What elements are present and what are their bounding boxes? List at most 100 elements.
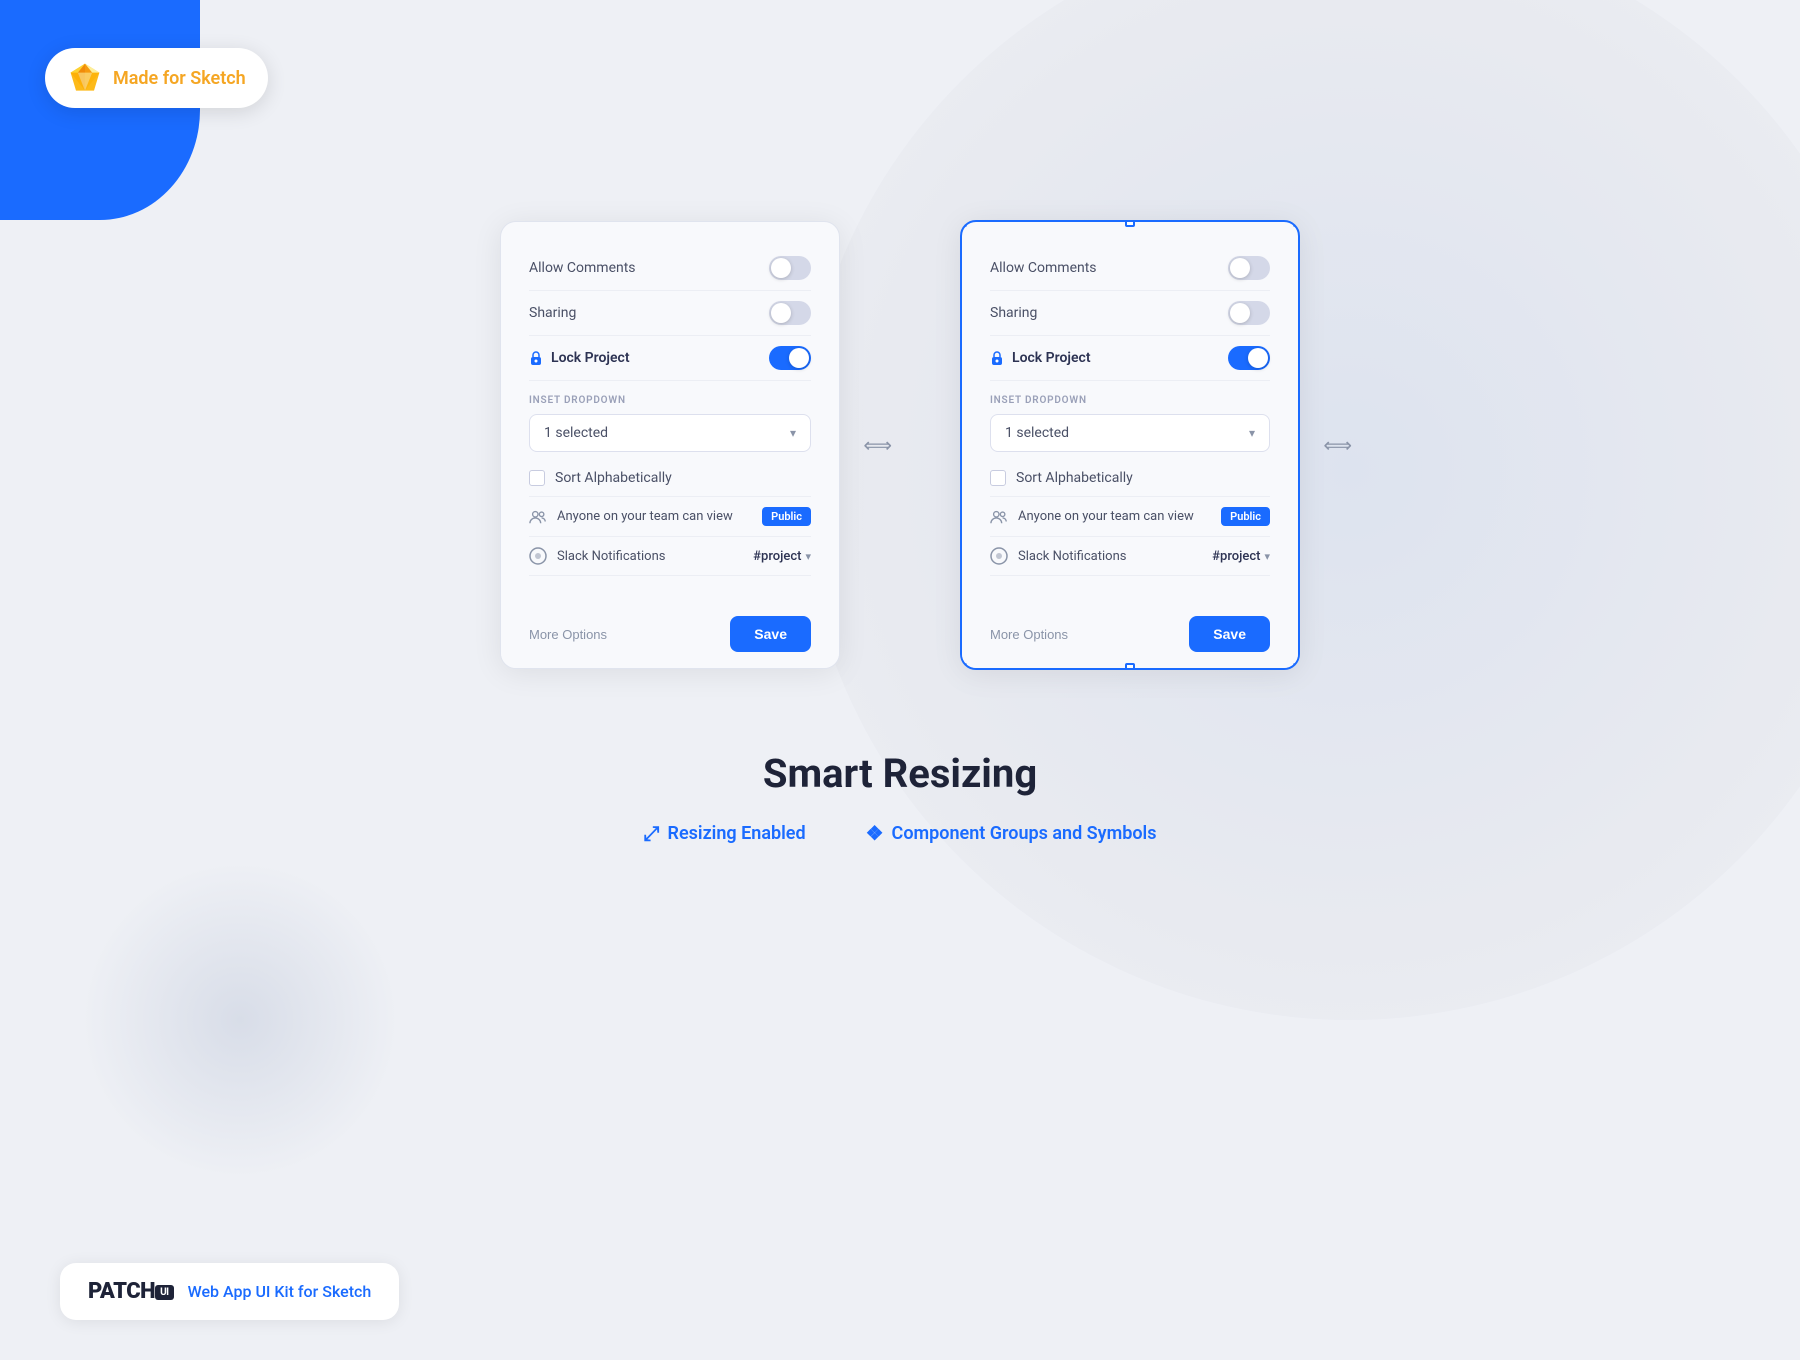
card1-slack-left: Slack Notifications [529,547,665,565]
card1-footer: More Options Save [501,600,839,668]
card1-slack-value[interactable]: #project ▾ [753,549,811,564]
card2-slack-row: Slack Notifications #project ▾ [990,537,1270,576]
selection-handle-br[interactable] [1293,663,1300,670]
card2-lock-icon [990,350,1004,366]
card1-allow-comments-row: Allow Comments [529,246,811,291]
resizing-label: Resizing Enabled [668,823,806,844]
resizing-icon: ⤢ [644,821,660,845]
sketch-logo-icon [67,60,103,96]
card2-slack-label: Slack Notifications [1018,549,1126,564]
feature-badges: ⤢ Resizing Enabled ❖ Component Groups an… [644,821,1157,845]
card1-sharing-label: Sharing [529,305,576,321]
selection-handle-mt[interactable] [1125,220,1135,227]
card2-lock-toggle[interactable] [1228,346,1270,370]
card2-wrapper: Allow Comments Sharing [960,220,1300,670]
card2-anyone-row: Anyone on your team can view Public [990,497,1270,537]
card2-sort-row: Sort Alphabetically [990,460,1270,497]
card2-allow-comments-row: Allow Comments [990,246,1270,291]
card1-team-icon [529,508,547,526]
card2-sharing-knob [1230,303,1250,323]
card2-lock-label: Lock Project [990,350,1091,366]
card1-sharing-toggle[interactable] [769,301,811,325]
card2-dropdown-section: INSET DROPDOWN 1 selected ▾ [990,381,1270,460]
card2-slack-left: Slack Notifications [990,547,1126,565]
card1-section-label: INSET DROPDOWN [529,395,811,406]
card1-lock-label: Lock Project [529,350,630,366]
card2-slack-chevron-icon: ▾ [1264,550,1270,563]
resize-arrows-icon-2: ⟺ [1323,433,1352,457]
card2-footer: More Options Save [962,600,1298,668]
card2-anyone-text: Anyone on your team can view [1018,509,1194,524]
card1-wrapper: Allow Comments Sharing [500,221,840,669]
card2-sort-checkbox[interactable] [990,470,1006,486]
card2-section-label: INSET DROPDOWN [990,395,1270,406]
card1-dropdown[interactable]: 1 selected ▾ [529,414,811,452]
card2-dropdown-value: 1 selected [1005,425,1069,441]
card1-slack-chevron-icon: ▾ [805,550,811,563]
symbols-label: Component Groups and Symbols [892,823,1157,844]
card1-anyone-text: Anyone on your team can view [557,509,733,524]
card2-allow-comments-toggle[interactable] [1228,256,1270,280]
card1-sort-row: Sort Alphabetically [529,460,811,497]
card1-save-button[interactable]: Save [730,616,811,652]
card2-dropdown[interactable]: 1 selected ▾ [990,414,1270,452]
card2-lock-knob [1248,348,1268,368]
card2-sort-label: Sort Alphabetically [1016,470,1133,486]
card2-slack-value[interactable]: #project ▾ [1212,549,1270,564]
card2-inner: Allow Comments Sharing [962,222,1298,600]
card2-public-badge: Public [1221,507,1270,526]
card1-slack-row: Slack Notifications #project ▾ [529,537,811,576]
card2-sharing-row: Sharing [990,291,1270,336]
card1-lock-knob [789,348,809,368]
card2-team-icon [990,508,1008,526]
card2-sharing-label: Sharing [990,305,1037,321]
card1-allow-comments-label: Allow Comments [529,260,636,276]
card2-sharing-toggle[interactable] [1228,301,1270,325]
feature-badge-symbols: ❖ Component Groups and Symbols [866,821,1157,845]
card2-allow-comments-knob [1230,258,1250,278]
selection-handle-bl[interactable] [960,663,967,670]
card1-inner: Allow Comments Sharing [501,222,839,600]
card1-slack-label: Slack Notifications [557,549,665,564]
card1-allow-comments-knob [771,258,791,278]
card1-lock-toggle[interactable] [769,346,811,370]
smart-resizing-title: Smart Resizing [644,750,1157,797]
card2-allow-comments-label: Allow Comments [990,260,1097,276]
selection-handle-mb[interactable] [1125,663,1135,670]
card1-public-badge: Public [762,507,811,526]
card1-sharing-knob [771,303,791,323]
card1-dropdown-section: INSET DROPDOWN 1 selected ▾ [529,381,811,460]
card1-sort-label: Sort Alphabetically [555,470,672,486]
card1-sharing-row: Sharing [529,291,811,336]
selection-handle-tr[interactable] [1293,220,1300,227]
card2-dropdown-chevron-icon: ▾ [1249,426,1255,440]
symbols-icon: ❖ [866,821,884,845]
card2-more-options-button[interactable]: More Options [990,627,1068,642]
made-for-sketch-label: Made for Sketch [113,68,246,89]
made-for-sketch-badge: Made for Sketch [45,48,268,108]
card1-lock-row: Lock Project [529,336,811,381]
card2-anyone-left: Anyone on your team can view [990,508,1194,526]
bottom-section: Smart Resizing ⤢ Resizing Enabled ❖ Comp… [644,750,1157,845]
card1-sort-checkbox[interactable] [529,470,545,486]
card1-more-options-button[interactable]: More Options [529,627,607,642]
card1-dropdown-value: 1 selected [544,425,608,441]
card1-lock-icon [529,350,543,366]
card1-slack-icon [529,547,547,565]
card2: Allow Comments Sharing [960,220,1300,670]
card2-slack-icon [990,547,1008,565]
card2-save-button[interactable]: Save [1189,616,1270,652]
card1: Allow Comments Sharing [500,221,840,669]
resize-handle-1: ⟺ [863,433,892,457]
selection-handle-tl[interactable] [960,220,967,227]
resize-handle-2: ⟺ [1323,433,1352,457]
card1-allow-comments-toggle[interactable] [769,256,811,280]
cards-area: Allow Comments Sharing [500,220,1300,670]
card1-dropdown-chevron-icon: ▾ [790,426,796,440]
card1-anyone-row: Anyone on your team can view Public [529,497,811,537]
main-content: Allow Comments Sharing [0,0,1800,1360]
resize-arrows-icon: ⟺ [863,433,892,457]
feature-badge-resizing: ⤢ Resizing Enabled [644,821,806,845]
card2-lock-row: Lock Project [990,336,1270,381]
card1-anyone-left: Anyone on your team can view [529,508,733,526]
